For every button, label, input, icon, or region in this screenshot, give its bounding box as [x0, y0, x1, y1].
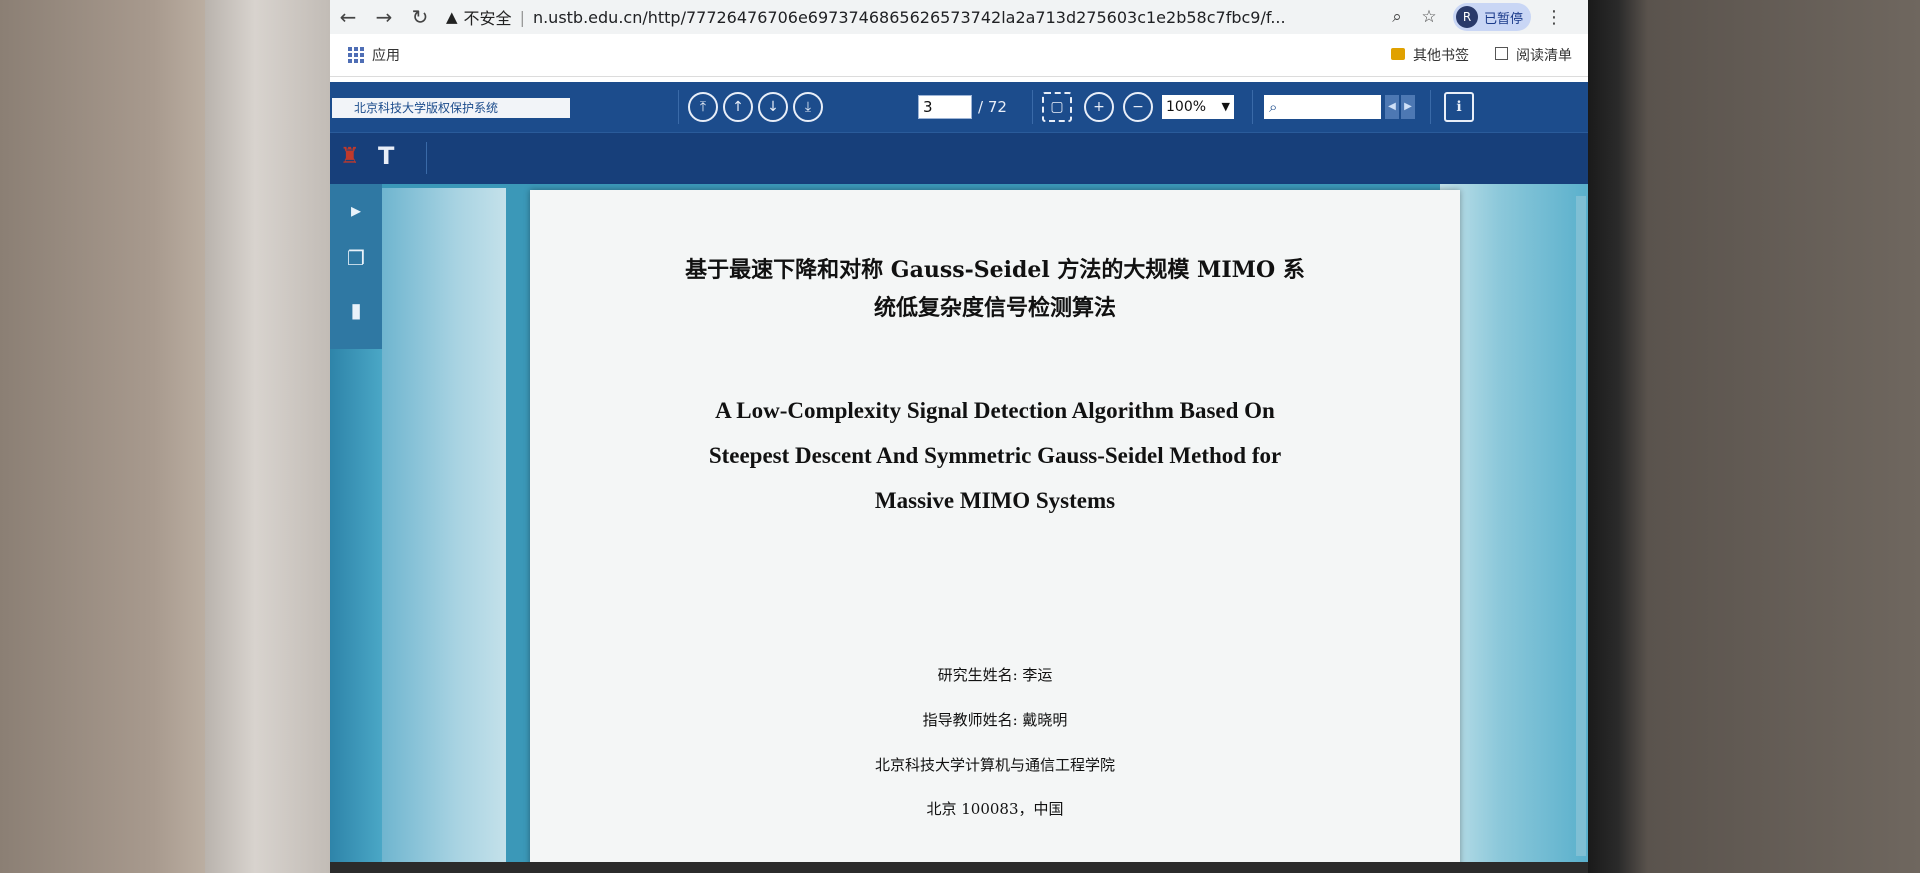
school-name: 北京科技大学计算机与通信工程学院 — [874, 756, 1115, 774]
thumbnails-button[interactable]: ❐ — [344, 246, 368, 270]
browser-menu-button[interactable]: ⋮ — [1545, 7, 1563, 28]
document-info-button[interactable]: ℹ — [1444, 92, 1474, 122]
chinese-title-line-2: 统低复杂度信号检测算法 — [873, 295, 1116, 321]
kebab-menu-icon: ⋮ — [1545, 6, 1564, 28]
taskbar-edge — [330, 862, 1588, 873]
toolbar-divider — [678, 90, 679, 124]
system-title: 北京科技大学版权保护系统 — [332, 98, 570, 118]
toolbar-divider — [1430, 90, 1431, 124]
search-next-button[interactable]: ▶ — [1401, 95, 1415, 119]
reading-list-button[interactable]: 阅读清单 — [1495, 45, 1572, 65]
toolbar-divider — [1252, 90, 1253, 124]
school-address: 北京 100083，中国 — [926, 800, 1064, 818]
monitor-bezel-left — [205, 0, 330, 873]
document-gutter-left — [382, 188, 506, 873]
monitor-bezel-right — [1588, 0, 1920, 873]
minus-circle-icon: − — [1132, 99, 1144, 115]
bookmarks-bar: 应用 其他书签 阅读清单 — [330, 34, 1588, 77]
zoom-value: 100% — [1166, 99, 1207, 115]
viewer-toolbar-main: 北京科技大学版权保护系统 ⤒ ↑ ↓ ⤓ 3 / 72 ▢ + − 100% ▼ … — [330, 82, 1588, 133]
first-page-icon: ⤒ — [699, 99, 707, 115]
search-prev-button[interactable]: ◀ — [1385, 95, 1399, 119]
page-number-input[interactable]: 3 — [918, 95, 972, 119]
stamp-tool-icon[interactable]: ♜ — [340, 144, 360, 169]
advisor-name: 指导教师姓名: 戴晓明 — [922, 711, 1068, 729]
warning-triangle-icon: ▲ — [446, 8, 458, 26]
reload-button[interactable]: ↻ — [402, 2, 438, 32]
bookmark-icon: ▮ — [350, 298, 362, 322]
chevron-right-icon: ▶ — [1404, 101, 1412, 112]
next-page-button[interactable]: ↓ — [758, 92, 788, 122]
browser-toolbar: ← → ↻ ▲ 不安全 | n.ustb.edu.cn/http/7772647… — [330, 0, 1588, 34]
apps-grid-icon — [348, 47, 364, 63]
viewer-body: ▸ ❐ ▮ 基于最速下降和对称 Gauss-Seidel 方法的大规模 MIMO… — [330, 184, 1588, 873]
fit-page-button[interactable]: ▢ — [1042, 92, 1072, 122]
apps-shortcut[interactable]: 应用 — [348, 45, 400, 65]
bookmark-star-button[interactable]: ☆ — [1413, 7, 1445, 27]
last-page-button[interactable]: ⤓ — [793, 92, 823, 122]
text-select-tool-icon[interactable]: T — [378, 142, 394, 170]
other-bookmarks-folder[interactable]: 其他书签 — [1391, 45, 1469, 65]
document-info-icon: ℹ — [1456, 99, 1462, 115]
forward-button[interactable]: → — [366, 2, 402, 32]
arrow-down-circle-icon: ↓ — [767, 99, 779, 115]
fit-page-icon: ▢ — [1050, 99, 1064, 115]
security-warning-label: 不安全 — [463, 9, 512, 28]
toolbar-divider — [426, 142, 427, 174]
reading-list-label: 阅读清单 — [1516, 48, 1572, 64]
profile-status: 已暂停 — [1484, 11, 1524, 27]
monitor-screen: ← → ↻ ▲ 不安全 | n.ustb.edu.cn/http/7772647… — [330, 0, 1588, 873]
zoom-select[interactable]: 100% ▼ — [1162, 95, 1234, 119]
arrow-right-icon: → — [375, 5, 393, 29]
zoom-out-button[interactable]: − — [1123, 92, 1153, 122]
magnifier-icon: ⌕ — [1269, 98, 1278, 116]
first-page-button[interactable]: ⤒ — [688, 92, 718, 122]
viewer-tools-row: ♜ T — [330, 132, 1588, 184]
sidebar-tools: ▸ ❐ ▮ — [330, 184, 382, 349]
folder-icon — [1391, 48, 1405, 60]
page-total: / 72 — [978, 98, 1007, 116]
back-button[interactable]: ← — [330, 2, 366, 32]
arrow-left-icon: ← — [339, 5, 357, 29]
profile-button[interactable]: R 已暂停 — [1453, 3, 1532, 31]
viewer-toolbar: 北京科技大学版权保护系统 ⤒ ↑ ↓ ⤓ 3 / 72 ▢ + − 100% ▼ … — [330, 82, 1588, 184]
bookmarks-panel-button[interactable]: ▮ — [344, 298, 368, 322]
address-bar[interactable]: ▲ 不安全 | n.ustb.edu.cn/http/77726476706e6… — [446, 3, 1381, 31]
toggle-sidebar-button[interactable]: ▸ — [344, 198, 368, 222]
chinese-title-line-1: 基于最速下降和对称 Gauss-Seidel 方法的大规模 MIMO 系 — [685, 257, 1305, 283]
prev-page-button[interactable]: ↑ — [723, 92, 753, 122]
english-title-line-2: Steepest Descent And Symmetric Gauss-Sei… — [708, 443, 1282, 468]
other-bookmarks-label: 其他书签 — [1413, 48, 1469, 64]
magnifier-icon: ⌕ — [1392, 7, 1402, 27]
pages-icon: ❐ — [347, 246, 365, 270]
last-page-icon: ⤓ — [804, 99, 812, 115]
url-text: n.ustb.edu.cn/http/77726476706e697374686… — [532, 7, 1286, 27]
pdf-page: 基于最速下降和对称 Gauss-Seidel 方法的大规模 MIMO 系 统低复… — [530, 190, 1460, 873]
chevron-down-icon: ▼ — [1221, 100, 1230, 113]
student-name: 研究生姓名: 李运 — [937, 666, 1053, 684]
star-icon: ☆ — [1421, 7, 1437, 27]
search-input[interactable]: ⌕ — [1264, 95, 1381, 119]
plus-circle-icon: + — [1093, 99, 1105, 115]
play-square-icon: ▸ — [350, 198, 362, 222]
document-gutter-right — [1440, 184, 1588, 873]
avatar: R — [1456, 6, 1478, 28]
zoom-in-button[interactable]: + — [1084, 92, 1114, 122]
english-title-line-1: A Low-Complexity Signal Detection Algori… — [715, 398, 1275, 423]
arrow-up-circle-icon: ↑ — [732, 99, 744, 115]
vertical-scrollbar[interactable] — [1576, 196, 1586, 856]
toolbar-divider — [1032, 90, 1033, 124]
english-title-line-3: Massive MIMO Systems — [874, 488, 1116, 513]
apps-label: 应用 — [372, 48, 400, 64]
reload-icon: ↻ — [411, 5, 429, 29]
chevron-left-icon: ◀ — [1388, 101, 1396, 112]
address-separator: | — [519, 7, 525, 27]
zoom-indicator-button[interactable]: ⌕ — [1381, 7, 1413, 27]
reading-list-icon — [1495, 47, 1508, 60]
